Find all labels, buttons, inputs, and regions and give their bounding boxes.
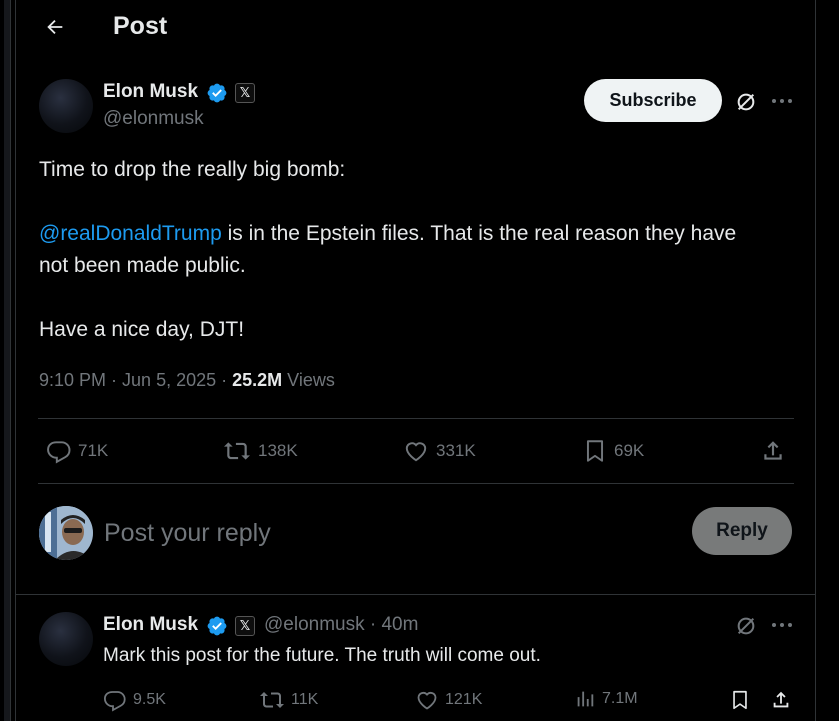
reply-reply-action[interactable]: 9.5K — [103, 688, 166, 712]
mention-link[interactable]: @realDonaldTrump — [39, 222, 222, 245]
reply-icon — [103, 691, 126, 712]
repost-action[interactable]: 138K — [222, 438, 298, 464]
reply-author-name[interactable]: Elon Musk — [103, 614, 198, 636]
top-bar: Post — [16, 0, 815, 56]
reply-like-count: 121K — [445, 691, 483, 708]
reply-grok-button[interactable] — [733, 613, 759, 639]
back-arrow-icon — [47, 19, 63, 35]
verified-badge-icon — [207, 616, 227, 636]
reply-views-action[interactable]: 7.1M — [574, 688, 638, 710]
repost-count: 138K — [258, 441, 298, 460]
reply-repost-action[interactable]: 11K — [259, 688, 318, 712]
more-icon — [772, 623, 792, 627]
bookmark-icon — [733, 690, 747, 710]
author-handle[interactable]: @elonmusk — [103, 108, 204, 130]
reply-share-button[interactable] — [769, 688, 793, 712]
reply-input[interactable] — [104, 514, 664, 552]
reply-author-avatar[interactable] — [39, 612, 93, 666]
author-avatar[interactable] — [39, 79, 93, 133]
post-meta: 9:10 PM · Jun 5, 2025 · 25.2M Views — [39, 370, 335, 390]
like-count: 331K — [436, 441, 476, 460]
subscribe-button[interactable]: Subscribe — [584, 79, 722, 122]
post-text-line-4: Have a nice day, DJT! — [39, 318, 245, 341]
post-text-line-1: Time to drop the really big bomb: — [39, 158, 346, 181]
x-logo-icon: 𝕏 — [235, 83, 255, 103]
back-button[interactable] — [40, 12, 70, 42]
reply-count: 71K — [78, 441, 109, 460]
reply-reply-count: 9.5K — [133, 691, 166, 708]
reply-handle-time[interactable]: @elonmusk · 40m — [264, 614, 418, 636]
repost-icon — [224, 442, 250, 460]
post-text-paragraph-2: @realDonaldTrump is in the Epstein files… — [39, 218, 799, 250]
bookmark-action[interactable]: 69K — [582, 438, 644, 464]
repost-icon — [260, 692, 284, 708]
post-text-line-2: is in the Epstein files. That is the rea… — [221, 222, 737, 245]
like-action[interactable]: 331K — [402, 438, 476, 464]
grok-icon — [737, 617, 755, 635]
views-count: 25.2M — [232, 370, 283, 390]
more-icon — [772, 99, 792, 103]
author-name[interactable]: Elon Musk — [103, 81, 198, 103]
share-action[interactable] — [760, 438, 786, 464]
left-rail — [0, 0, 16, 721]
verified-badge-icon — [207, 83, 227, 103]
user-avatar-photo — [39, 506, 93, 560]
share-icon — [773, 691, 789, 708]
like-icon — [405, 442, 427, 462]
post-date[interactable]: Jun 5, 2025 — [122, 370, 216, 390]
user-avatar[interactable] — [39, 506, 93, 560]
right-divider — [815, 0, 816, 721]
like-icon — [417, 692, 437, 710]
views-icon — [577, 691, 594, 707]
reply-icon — [47, 441, 71, 464]
x-logo-icon: 𝕏 — [235, 616, 255, 636]
divider — [38, 483, 794, 484]
reply-repost-count: 11K — [291, 691, 319, 708]
reply-like-action[interactable]: 121K — [415, 688, 482, 712]
reply-button[interactable]: Reply — [692, 507, 792, 555]
reply-views-count: 7.1M — [602, 690, 638, 707]
more-button[interactable] — [768, 88, 796, 114]
divider — [38, 418, 794, 419]
reply-bookmark-button[interactable] — [728, 688, 752, 712]
page-title: Post — [113, 12, 168, 40]
views-label: Views — [287, 370, 335, 390]
grok-icon — [737, 93, 755, 111]
share-icon — [764, 441, 782, 460]
grok-button[interactable] — [733, 89, 759, 115]
bookmark-icon — [586, 440, 604, 462]
reply-more-button[interactable] — [768, 612, 796, 638]
post-text-line-3: not been made public. — [39, 254, 246, 277]
bookmark-count: 69K — [614, 441, 645, 460]
reply-text: Mark this post for the future. The truth… — [103, 645, 541, 666]
reply-action[interactable]: 71K — [46, 438, 108, 464]
divider — [16, 594, 815, 595]
post-time[interactable]: 9:10 PM — [39, 370, 106, 390]
